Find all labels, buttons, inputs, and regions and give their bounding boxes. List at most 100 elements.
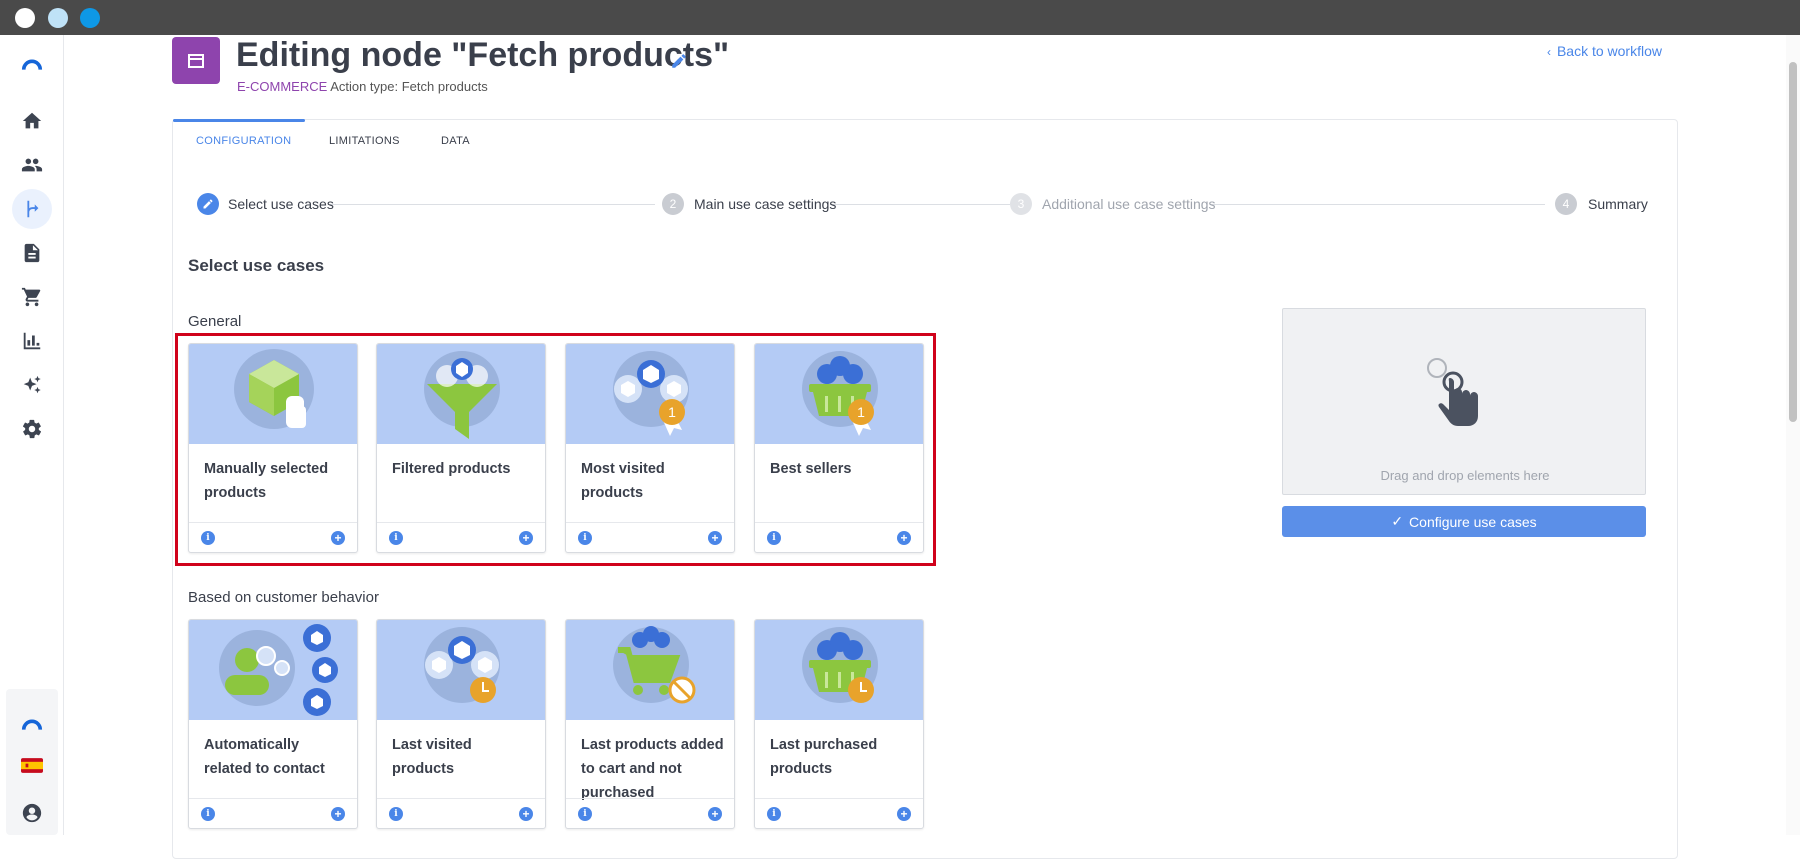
info-icon[interactable]: i	[389, 531, 403, 545]
add-icon[interactable]: +	[331, 531, 345, 545]
boxes-clock-icon	[377, 620, 545, 720]
document-icon[interactable]	[12, 233, 52, 273]
card-footer: i +	[189, 522, 357, 552]
info-icon[interactable]: i	[201, 531, 215, 545]
use-case-title: Filtered products	[392, 461, 511, 477]
step-1-label[interactable]: Select use cases	[228, 196, 334, 212]
node-type-badge	[172, 37, 220, 84]
card-footer: i +	[377, 798, 545, 828]
info-icon[interactable]: i	[767, 531, 781, 545]
add-icon[interactable]: +	[331, 807, 345, 821]
group-label-general: General	[188, 313, 242, 330]
spain-flag-icon[interactable]	[12, 745, 52, 785]
active-tab-indicator	[173, 119, 305, 122]
use-case-card[interactable]: 1 Best sellers i +	[754, 343, 924, 553]
sidebar	[0, 35, 64, 835]
action-type-label: Action type: Fetch products	[330, 79, 488, 94]
section-title: Select use cases	[188, 256, 325, 275]
card-footer: i +	[755, 798, 923, 828]
configure-button-label: Configure use cases	[1409, 513, 1537, 530]
cart-icon[interactable]	[12, 277, 52, 317]
step-2-label[interactable]: Main use case settings	[694, 196, 836, 212]
use-case-title: Last products added to cart and not purc…	[581, 737, 724, 801]
step-4-indicator[interactable]: 4	[1555, 193, 1577, 215]
drop-zone-text: Drag and drop elements here	[1380, 468, 1550, 483]
add-icon[interactable]: +	[897, 531, 911, 545]
card-footer: i +	[755, 522, 923, 552]
configure-use-cases-button[interactable]: ✓ Configure use cases	[1282, 506, 1646, 537]
tab-configuration[interactable]: CONFIGURATION	[196, 135, 291, 147]
sparkles-icon[interactable]	[12, 365, 52, 405]
boxes-medal-icon: 1	[566, 344, 734, 444]
step-1-indicator[interactable]	[197, 193, 219, 215]
stepper-connector	[830, 204, 1010, 205]
people-icon[interactable]	[12, 145, 52, 185]
funnel-icon	[377, 344, 545, 444]
use-case-card[interactable]: Automatically related to contact i +	[188, 619, 358, 829]
add-icon[interactable]: +	[519, 807, 533, 821]
bar-chart-icon[interactable]	[12, 321, 52, 361]
cart-cancel-icon	[566, 620, 734, 720]
box-hand-icon	[189, 344, 357, 444]
window-titlebar	[0, 0, 1800, 35]
info-icon[interactable]: i	[578, 807, 592, 821]
info-icon[interactable]: i	[767, 807, 781, 821]
tab-data[interactable]: DATA	[441, 135, 470, 147]
home-icon[interactable]	[12, 101, 52, 141]
basket-clock-icon	[755, 620, 923, 720]
card-footer: i +	[377, 522, 545, 552]
pencil-icon	[203, 199, 213, 209]
workflow-icon[interactable]	[12, 189, 52, 229]
category-label: E-COMMERCE	[237, 79, 328, 94]
use-case-title: Best sellers	[770, 461, 852, 477]
step-4-label[interactable]: Summary	[1588, 196, 1648, 212]
use-case-card[interactable]: Filtered products i +	[376, 343, 546, 553]
drag-hand-icon	[1427, 358, 1478, 426]
use-case-card[interactable]: Last visited products i +	[376, 619, 546, 829]
use-case-card[interactable]: 1 Most visited products i +	[565, 343, 735, 553]
stepper-connector	[1210, 204, 1545, 205]
add-icon[interactable]: +	[708, 531, 722, 545]
drop-zone[interactable]: Drag and drop elements here	[1282, 308, 1646, 495]
use-case-card[interactable]: Last products added to cart and not purc…	[565, 619, 735, 829]
window-maximize-button[interactable]	[80, 8, 100, 28]
page-title: Editing node "Fetch products"	[236, 36, 730, 74]
back-to-workflow-link[interactable]: ‹ Back to workflow	[1547, 43, 1662, 59]
edit-pencil-icon[interactable]	[670, 52, 688, 70]
card-footer: i +	[566, 798, 734, 828]
info-icon[interactable]: i	[389, 807, 403, 821]
use-case-title: Most visited products	[581, 461, 665, 501]
basket-medal-icon: 1	[755, 344, 923, 444]
step-3-label: Additional use case settings	[1042, 196, 1216, 212]
scrollbar-thumb[interactable]	[1789, 62, 1797, 422]
info-icon[interactable]: i	[201, 807, 215, 821]
use-case-card[interactable]: Last purchased products i +	[754, 619, 924, 829]
group-label-customer-behavior: Based on customer behavior	[188, 589, 379, 606]
window-close-button[interactable]	[15, 8, 35, 28]
card-node-icon	[188, 53, 204, 68]
add-icon[interactable]: +	[897, 807, 911, 821]
use-case-title: Last visited products	[392, 737, 472, 777]
use-case-title: Manually selected products	[204, 461, 329, 501]
add-icon[interactable]: +	[708, 807, 722, 821]
window-minimize-button[interactable]	[48, 8, 68, 28]
logo-icon[interactable]	[12, 45, 52, 85]
add-icon[interactable]: +	[519, 531, 533, 545]
page-subtitle: E-COMMERCE Action type: Fetch products	[237, 79, 488, 94]
use-case-card[interactable]: Manually selected products i +	[188, 343, 358, 553]
user-account-icon[interactable]	[12, 793, 52, 833]
step-3-indicator: 3	[1010, 193, 1032, 215]
back-link-label: Back to workflow	[1556, 43, 1662, 59]
brand-icon[interactable]	[12, 705, 52, 745]
use-case-title: Last purchased products	[770, 737, 878, 777]
gear-icon[interactable]	[12, 409, 52, 449]
use-case-title: Automatically related to contact	[204, 737, 325, 777]
info-icon[interactable]: i	[578, 531, 592, 545]
svg-text:1: 1	[668, 404, 676, 420]
step-2-indicator[interactable]: 2	[662, 193, 684, 215]
svg-text:1: 1	[857, 404, 865, 420]
check-icon: ✓	[1391, 513, 1404, 529]
chevron-left-icon: ‹	[1546, 45, 1551, 59]
tab-limitations[interactable]: LIMITATIONS	[329, 135, 400, 147]
card-footer: i +	[189, 798, 357, 828]
